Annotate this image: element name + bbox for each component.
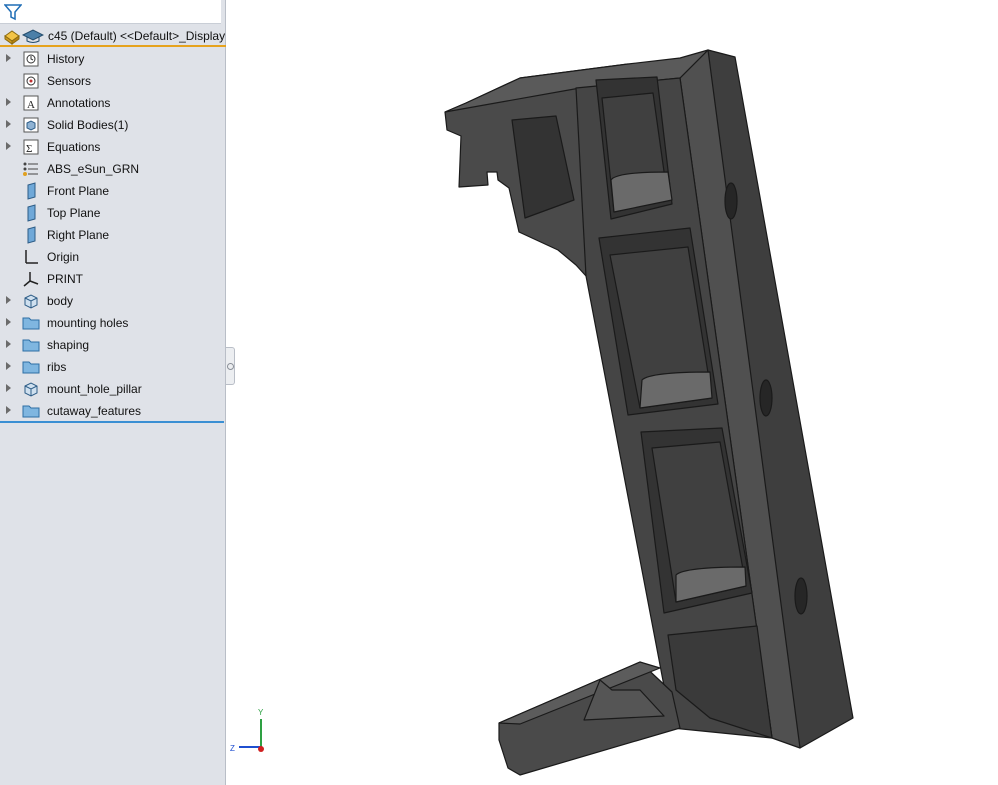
filter-bar[interactable] (0, 0, 221, 24)
equations-icon: Σ (22, 138, 40, 156)
triad-y-label: Y (258, 708, 264, 717)
history-icon (22, 50, 40, 68)
origin-icon (22, 248, 40, 266)
tree-item-body[interactable]: body (0, 290, 226, 312)
expand-arrow-icon[interactable] (6, 318, 11, 326)
expand-arrow-icon[interactable] (6, 54, 11, 62)
expand-arrow-icon[interactable] (6, 384, 11, 392)
solid-bodies-icon (22, 116, 40, 134)
feature-icon (22, 380, 40, 398)
tree-item-history[interactable]: History (0, 48, 226, 70)
expand-arrow-icon[interactable] (6, 98, 11, 106)
feature-tree: History Sensors A Annotations Solid Bodies(1… (0, 48, 226, 422)
folder-icon (22, 314, 40, 332)
tree-item-print[interactable]: PRINT (0, 268, 226, 290)
tree-item-label: Solid Bodies(1) (47, 118, 129, 132)
svg-text:Σ: Σ (26, 143, 32, 155)
tree-item-origin[interactable]: Origin (0, 246, 226, 268)
tree-item-label: Top Plane (47, 206, 101, 220)
sensors-icon (22, 72, 40, 90)
expand-arrow-icon[interactable] (6, 120, 11, 128)
folder-icon (22, 402, 40, 420)
tree-item-label: ABS_eSun_GRN (47, 162, 140, 176)
tree-item-label: Front Plane (47, 184, 110, 198)
rollback-bar[interactable] (0, 421, 224, 423)
svg-text:A: A (27, 99, 35, 111)
expand-arrow-icon[interactable] (6, 142, 11, 150)
tree-item-abs-esun-grn[interactable]: ABS_eSun_GRN (0, 158, 226, 180)
part-title: c45 (Default) <<Default>_Display (48, 29, 226, 43)
tree-item-shaping[interactable]: shaping (0, 334, 226, 356)
tree-item-label: mounting holes (47, 316, 129, 330)
tree-item-label: Origin (47, 250, 80, 264)
tree-item-top-plane[interactable]: Top Plane (0, 202, 226, 224)
tree-item-label: body (47, 294, 74, 308)
tree-item-mounting-holes[interactable]: mounting holes (0, 312, 226, 334)
tree-item-label: ribs (47, 360, 67, 374)
display-state-icon (22, 29, 44, 43)
triad-z-label: Z (230, 744, 235, 753)
expand-arrow-icon[interactable] (6, 340, 11, 348)
tree-item-label: shaping (47, 338, 90, 352)
part-icon (4, 30, 20, 45)
tree-item-label: Right Plane (47, 228, 110, 242)
tree-item-annotations[interactable]: A Annotations (0, 92, 226, 114)
feature-icon (22, 292, 40, 310)
view-orientation-triad: Y Z (229, 705, 273, 762)
plane-icon (22, 204, 40, 222)
tree-item-label: cutaway_features (47, 404, 142, 418)
tree-item-sensors[interactable]: Sensors (0, 70, 226, 92)
tree-item-right-plane[interactable]: Right Plane (0, 224, 226, 246)
tree-item-label: Sensors (47, 74, 92, 88)
expand-arrow-icon[interactable] (6, 296, 11, 304)
tree-item-label: Annotations (47, 96, 111, 110)
filter-icon[interactable] (4, 3, 22, 21)
tree-item-front-plane[interactable]: Front Plane (0, 180, 226, 202)
part-root-node[interactable]: c45 (Default) <<Default>_Display (0, 25, 226, 47)
feature-manager-panel: c45 (Default) <<Default>_Display History… (0, 0, 226, 785)
tree-item-label: PRINT (47, 272, 83, 286)
annotations-icon: A (22, 94, 40, 112)
tree-item-label: mount_hole_pillar (47, 382, 142, 396)
triad-x-axis (258, 746, 264, 752)
expand-arrow-icon[interactable] (6, 362, 11, 370)
tree-item-equations[interactable]: Σ Equations (0, 136, 226, 158)
part-model[interactable] (444, 49, 854, 776)
material-icon (22, 160, 40, 178)
plane-icon (22, 182, 40, 200)
folder-icon (22, 358, 40, 376)
folder-icon (22, 336, 40, 354)
tree-item-mount-hole-pillar[interactable]: mount_hole_pillar (0, 378, 226, 400)
coordinate-system-icon (22, 270, 40, 288)
expand-arrow-icon[interactable] (6, 406, 11, 414)
tree-item-solid-bodies-1[interactable]: Solid Bodies(1) (0, 114, 226, 136)
tree-item-cutaway-features[interactable]: cutaway_features (0, 400, 226, 422)
tree-item-ribs[interactable]: ribs (0, 356, 226, 378)
plane-icon (22, 226, 40, 244)
tree-item-label: Equations (47, 140, 101, 154)
tree-item-label: History (47, 52, 85, 66)
graphics-viewport[interactable] (227, 0, 998, 785)
